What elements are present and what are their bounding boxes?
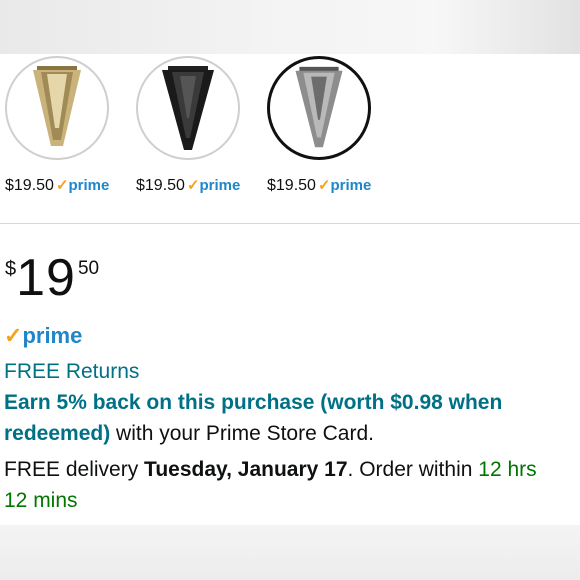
price-whole: 19	[16, 249, 76, 307]
swatch-price-value: $19.50	[267, 177, 316, 194]
swatch-price-value: $19.50	[136, 177, 185, 194]
earn-back-offer-link[interactable]: redeemed)	[4, 422, 110, 445]
swatch-price-value: $19.50	[5, 177, 54, 194]
delivery-countdown-hours: 12 hrs	[478, 458, 537, 481]
prime-logo: ✓prime	[317, 177, 372, 194]
swatch-price-3: $19.50 ✓prime	[267, 176, 371, 195]
color-swatch-gold[interactable]	[5, 56, 109, 160]
price-fraction: 50	[77, 258, 100, 279]
bottom-fade	[0, 525, 580, 580]
prime-logo: ✓prime	[186, 177, 241, 194]
store-card-text: with your Prime Store Card.	[110, 422, 374, 445]
color-swatch-black[interactable]	[136, 56, 240, 160]
silver-crystal-chandelier-icon	[295, 66, 343, 148]
product-price: $ 19 50	[5, 252, 99, 304]
free-returns-link[interactable]: FREE Returns	[4, 356, 139, 387]
gold-crystal-chandelier-icon	[33, 66, 81, 146]
delivery-info: FREE delivery Tuesday, January 17. Order…	[4, 454, 537, 485]
delivery-prefix: FREE delivery	[4, 458, 145, 481]
earn-back-offer-line1[interactable]: Earn 5% back on this purchase (worth $0.…	[4, 387, 502, 418]
prime-check-icon: ✓	[4, 323, 23, 348]
price-currency-symbol: $	[5, 258, 17, 280]
delivery-date: Tuesday, January 17	[144, 458, 348, 481]
black-crystal-chandelier-icon	[162, 66, 214, 150]
swatch-price-1: $19.50 ✓prime	[5, 176, 109, 195]
delivery-countdown-minutes: 12 mins	[4, 489, 78, 512]
prime-logo: ✓prime	[55, 177, 110, 194]
prime-badge-label: prime	[22, 323, 83, 348]
earn-back-offer-line2: redeemed) with your Prime Store Card.	[4, 418, 374, 449]
swatch-price-2: $19.50 ✓prime	[136, 176, 240, 195]
top-header-fade	[0, 0, 580, 54]
color-swatch-silver[interactable]	[267, 56, 371, 160]
prime-badge: ✓prime	[4, 323, 82, 349]
delivery-middle: . Order within	[347, 458, 479, 481]
section-divider	[0, 223, 580, 224]
